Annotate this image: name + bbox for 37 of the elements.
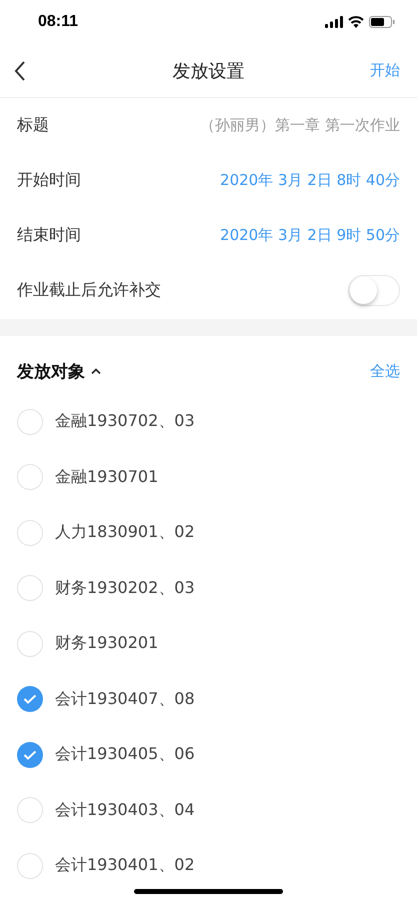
class-label: 会计1930403、04 <box>55 800 195 821</box>
checkbox[interactable] <box>17 852 43 879</box>
signal-icon <box>325 16 343 28</box>
field-label: 作业截止后允许补交 <box>17 280 161 301</box>
field-label: 结束时间 <box>17 225 81 246</box>
class-label: 会计1930405、06 <box>55 744 195 766</box>
checkbox[interactable] <box>17 686 43 712</box>
check-icon <box>23 694 37 704</box>
toggle-switch[interactable] <box>348 275 400 306</box>
field-value[interactable]: 2020年 3月 2日 9时 50分 <box>220 226 400 245</box>
class-label: 金融1930701 <box>55 466 158 488</box>
field-label: 开始时间 <box>17 170 81 191</box>
checkbox[interactable] <box>17 575 43 602</box>
field-label: 标题 <box>17 115 49 136</box>
checkbox[interactable] <box>17 464 43 490</box>
field-value: （孙丽男）第一章 第一次作业 <box>200 116 400 135</box>
class-label: 财务1930202、03 <box>55 578 195 599</box>
class-label: 财务1930201 <box>55 633 158 654</box>
section-toggle[interactable]: 发放对象 <box>17 360 101 382</box>
battery-icon <box>369 16 395 28</box>
status-time: 08:11 <box>38 13 78 31</box>
back-icon[interactable] <box>14 60 26 80</box>
wifi-icon <box>348 16 364 28</box>
checkbox[interactable] <box>17 797 43 824</box>
checkbox[interactable] <box>17 630 43 657</box>
class-label: 会计1930401、02 <box>55 855 195 876</box>
field-value[interactable]: 2020年 3月 2日 8时 40分 <box>220 171 400 190</box>
class-label: 金融1930702、03 <box>55 411 195 432</box>
select-all-button[interactable]: 全选 <box>370 362 400 380</box>
class-label: 会计1930407、08 <box>55 688 195 710</box>
start-button[interactable]: 开始 <box>370 61 400 80</box>
page-title: 发放设置 <box>172 60 244 82</box>
checkbox[interactable] <box>17 520 43 546</box>
check-icon <box>23 750 37 760</box>
checkbox[interactable] <box>17 742 43 768</box>
class-label: 人力1830901、02 <box>55 522 195 544</box>
checkbox[interactable] <box>17 408 43 435</box>
